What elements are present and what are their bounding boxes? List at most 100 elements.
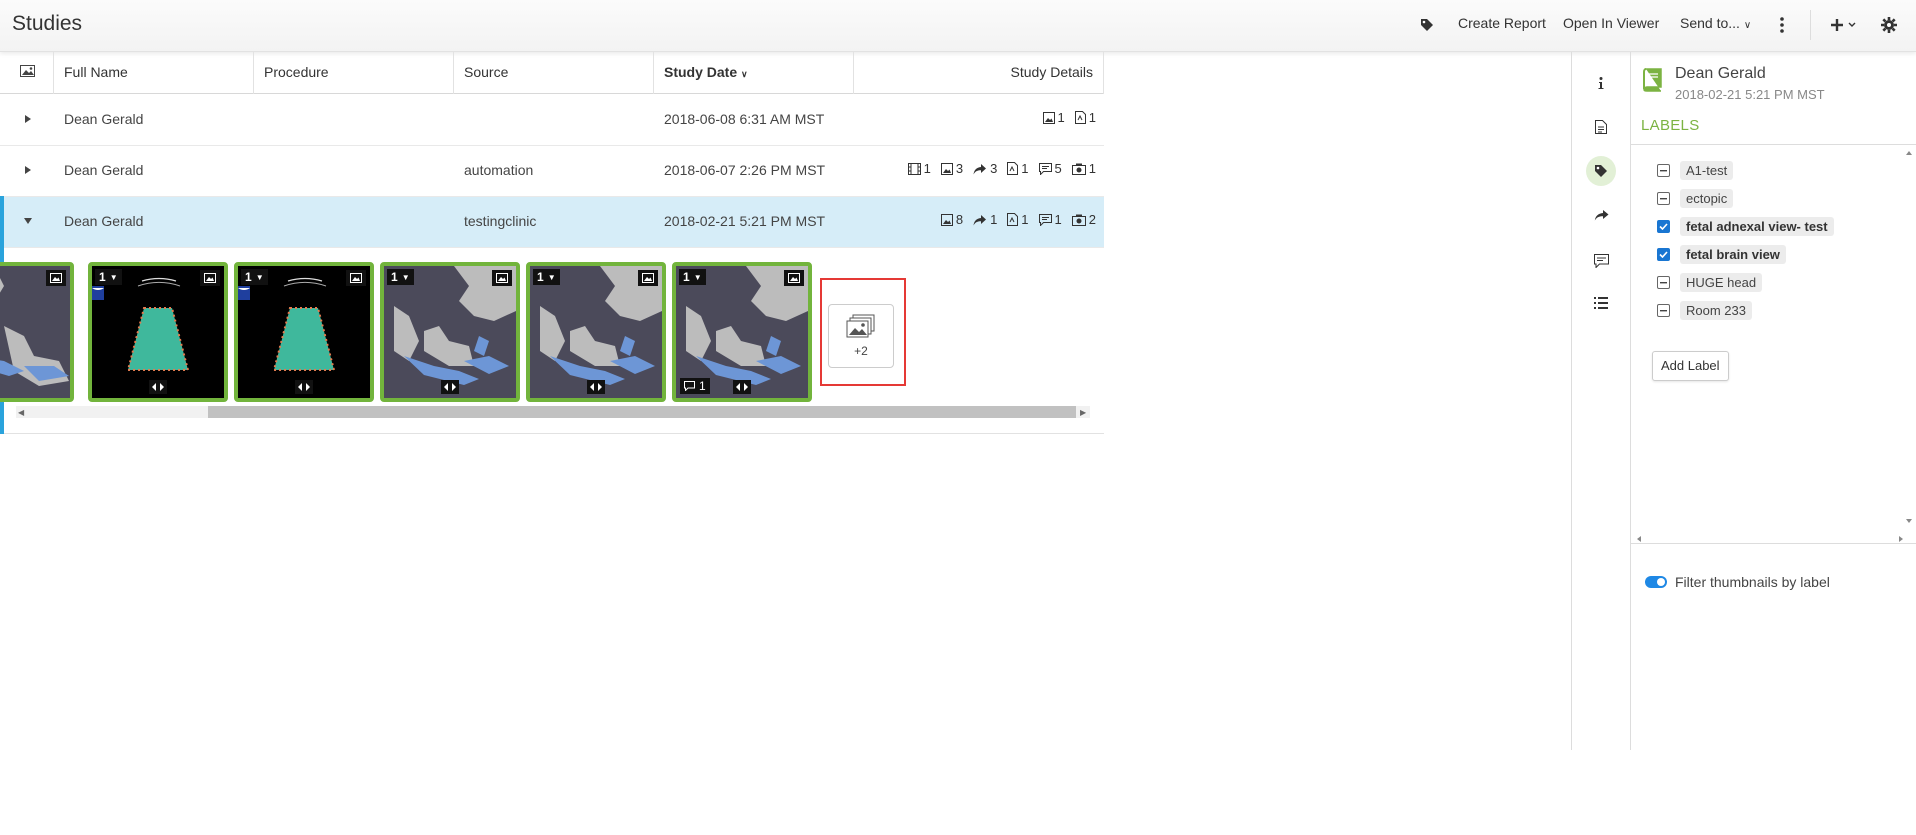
thumbnail[interactable] [0, 262, 74, 402]
open-in-viewer-button[interactable]: Open In Viewer [1563, 15, 1659, 31]
share-icon[interactable] [1586, 200, 1616, 230]
comment-icon [1038, 162, 1052, 175]
label-checkbox-checked[interactable] [1657, 248, 1670, 261]
create-report-button[interactable]: Create Report [1458, 15, 1546, 31]
thumbnail[interactable]: 1 ▼ [88, 262, 228, 402]
expand-arrow-icon[interactable] [20, 111, 36, 127]
image-icon [940, 162, 953, 175]
share-icon [973, 214, 987, 225]
scroll-left-icon[interactable]: ◀ [18, 408, 26, 417]
expand-arrow-icon[interactable] [20, 162, 36, 178]
label-tag: fetal adnexal view- test [1680, 217, 1834, 236]
labels-list: A1-test ectopic fetal adnexal view- test… [1631, 144, 1916, 544]
label-item-a1-test[interactable]: A1-test [1657, 161, 1734, 180]
collapse-arrow-icon[interactable] [20, 213, 36, 229]
detail-comments: 5 [1038, 161, 1062, 176]
label-checkbox-partial[interactable] [1657, 304, 1670, 317]
label-tag: Room 233 [1680, 301, 1752, 320]
thumbnail-column-header[interactable] [0, 52, 54, 94]
sort-desc-icon: ∨ [741, 69, 748, 79]
image-icon [784, 270, 804, 286]
compare-arrows-icon[interactable] [587, 380, 605, 394]
thumbnail-scrollbar[interactable]: ◀ ▶ [16, 406, 1090, 418]
page-title: Studies [12, 12, 83, 35]
image-icon [46, 270, 66, 286]
send-to-button[interactable]: Send to... ∨ [1680, 15, 1751, 31]
labels-horizontal-scrollbar[interactable] [1635, 531, 1905, 542]
detail-captures: 2 [1071, 212, 1096, 227]
label-checkbox-partial[interactable] [1657, 276, 1670, 289]
cell-study-date: 2018-06-08 6:31 AM MST [664, 111, 825, 127]
cell-full-name: Dean Gerald [64, 162, 144, 178]
labels-heading: LABELS [1641, 117, 1700, 134]
frame-count-badge[interactable]: 1 ▼ [533, 269, 560, 285]
study-details: 1 3 3 1 5 1 [907, 161, 1096, 176]
add-label-button[interactable]: Add Label [1652, 351, 1729, 381]
label-item-fetal-adnexal-view[interactable]: fetal adnexal view- test [1657, 217, 1834, 236]
study-book-icon [1641, 68, 1663, 95]
cell-full-name: Dean Gerald [64, 111, 144, 127]
frame-count-badge[interactable]: 1 ▼ [387, 269, 414, 285]
frame-count-badge[interactable]: 1 ▼ [679, 269, 706, 285]
labels-vertical-scrollbar[interactable] [1904, 147, 1914, 527]
detail-pdf: 1 [1074, 110, 1096, 125]
study-patient-name: Dean Gerald [1675, 65, 1766, 82]
frame-count-badge[interactable]: 1 ▼ [95, 269, 122, 285]
panel-divider [1571, 52, 1572, 750]
thumbnail[interactable]: 1 ▼ 1 [672, 262, 812, 402]
detail-shares: 3 [973, 161, 997, 176]
label-item-ectopic[interactable]: ectopic [1657, 189, 1734, 208]
label-item-huge-head[interactable]: HUGE head [1657, 273, 1763, 292]
thumbnail[interactable]: 1 ▼ [234, 262, 374, 402]
cell-full-name: Dean Gerald [64, 213, 144, 229]
column-study-date[interactable]: Study Date ∨ [654, 52, 854, 94]
document-icon[interactable] [1586, 112, 1616, 142]
cell-study-date: 2018-02-21 5:21 PM MST [664, 213, 826, 229]
more-thumbnails-button[interactable]: +2 [828, 304, 894, 368]
pdf-icon [1074, 111, 1086, 124]
comments-icon[interactable] [1586, 246, 1616, 276]
thumbnail[interactable]: 1 ▼ [526, 262, 666, 402]
detail-pdf: 1 [1007, 212, 1029, 227]
compare-arrows-icon[interactable] [295, 380, 313, 394]
label-tag: A1-test [1680, 161, 1734, 180]
labels-panel: Dean Gerald 2018-02-21 5:21 PM MST LABEL… [1631, 52, 1916, 750]
tag-icon[interactable] [1414, 12, 1440, 38]
frame-count-badge[interactable]: 1 ▼ [241, 269, 268, 285]
gear-icon[interactable] [1876, 12, 1902, 38]
image-icon [20, 65, 35, 77]
comment-badge[interactable]: 1 [680, 378, 710, 394]
list-icon[interactable] [1586, 288, 1616, 318]
thumbnail[interactable]: 1 ▼ [380, 262, 520, 402]
compare-arrows-icon[interactable] [733, 380, 751, 394]
compare-arrows-icon[interactable] [441, 380, 459, 394]
scroll-right-icon[interactable]: ▶ [1080, 408, 1088, 417]
image-icon [346, 270, 366, 286]
image-icon [200, 270, 220, 286]
scrollbar-thumb[interactable] [208, 406, 1076, 418]
label-tag: fetal brain view [1680, 245, 1786, 264]
image-icon [1042, 111, 1055, 124]
column-source[interactable]: Source [454, 52, 654, 94]
more-vert-icon[interactable] [1769, 12, 1795, 38]
filter-thumbnails-toggle[interactable] [1645, 576, 1667, 588]
table-row-selected[interactable]: Dean Gerald testingclinic 2018-02-21 5:2… [0, 197, 1104, 248]
info-icon[interactable] [1586, 68, 1616, 98]
label-item-fetal-brain-view[interactable]: fetal brain view [1657, 245, 1786, 264]
table-row[interactable]: Dean Gerald automation 2018-06-07 2:26 P… [0, 146, 1104, 197]
table-row[interactable]: Dean Gerald 2018-06-08 6:31 AM MST 1 1 [0, 95, 1104, 146]
cell-source: testingclinic [464, 213, 537, 229]
study-date: 2018-02-21 5:21 PM MST [1675, 87, 1825, 102]
column-procedure[interactable]: Procedure [254, 52, 454, 94]
film-icon [907, 162, 921, 175]
compare-arrows-icon[interactable] [149, 380, 167, 394]
label-checkbox-partial[interactable] [1657, 192, 1670, 205]
add-menu-button[interactable] [1826, 12, 1862, 38]
label-checkbox-partial[interactable] [1657, 164, 1670, 177]
column-study-details[interactable]: Study Details [854, 52, 1104, 94]
label-item-room-233[interactable]: Room 233 [1657, 301, 1752, 320]
label-checkbox-checked[interactable] [1657, 220, 1670, 233]
column-full-name[interactable]: Full Name [54, 52, 254, 94]
detail-cine: 1 [907, 161, 931, 176]
labels-tag-icon[interactable] [1586, 156, 1616, 186]
